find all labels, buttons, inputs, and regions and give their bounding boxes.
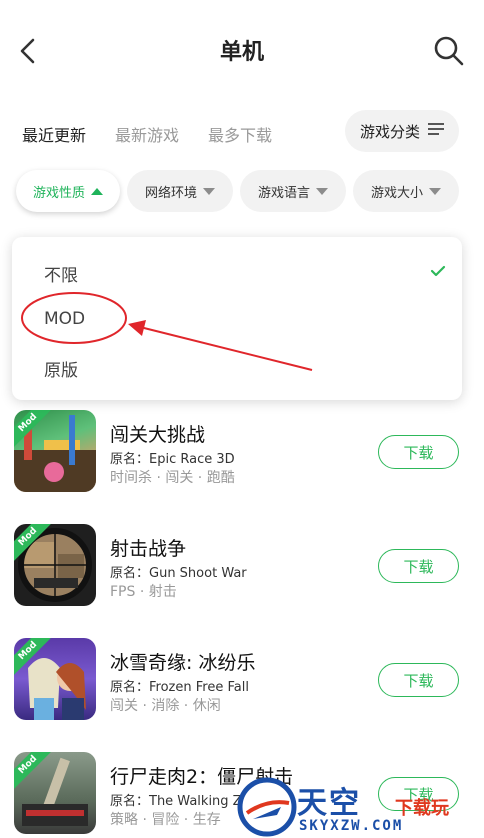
game-category-button[interactable]: 游戏分类 xyxy=(345,110,459,152)
game-tags: 闯关 · 消除 · 休闲 xyxy=(110,698,221,714)
tab-newest-games[interactable]: 最新游戏 xyxy=(115,122,179,146)
game-tags: 策略 · 冒险 · 生存 xyxy=(110,812,221,828)
download-button[interactable]: 下载 xyxy=(378,549,459,583)
game-thumbnail[interactable]: Mod xyxy=(14,410,96,492)
filter-language[interactable]: 游戏语言 xyxy=(240,170,346,212)
option-unlimited[interactable]: 不限 xyxy=(44,261,78,286)
tab-recent-update[interactable]: 最近更新 xyxy=(22,122,87,146)
tab-label: 最近更新 xyxy=(22,126,87,145)
caret-down-icon xyxy=(316,187,328,195)
watermark-url: SKYXZW.COM xyxy=(299,818,404,834)
game-name: 射击战争 xyxy=(110,538,187,560)
filter-game-nature[interactable]: 游戏性质 xyxy=(16,170,120,212)
caret-up-icon xyxy=(91,187,103,195)
tab-label: 最新游戏 xyxy=(115,126,180,145)
option-original[interactable]: 原版 xyxy=(44,356,78,381)
game-nature-dropdown: 不限 MOD 原版 xyxy=(12,237,462,400)
tab-label: 最多下载 xyxy=(208,126,273,145)
filter-label: 游戏性质 xyxy=(32,185,85,201)
game-thumbnail[interactable]: Mod xyxy=(14,638,96,720)
filter-size[interactable]: 游戏大小 xyxy=(353,170,459,212)
watermark-sub: 下载玩 xyxy=(395,798,449,819)
game-thumbnail[interactable]: Mod xyxy=(14,752,96,834)
download-button[interactable]: 下载 xyxy=(378,663,459,697)
game-name: 闯关大挑战 xyxy=(110,424,206,446)
category-label: 游戏分类 xyxy=(359,122,420,141)
caret-down-icon xyxy=(429,187,441,195)
tab-most-downloads[interactable]: 最多下载 xyxy=(208,122,272,146)
sort-tabs: 最近更新 最新游戏 最多下载 游戏分类 xyxy=(0,110,484,154)
game-row[interactable]: Mod 闯关大挑战 原名：Epic Race 3D 时间杀 · 闯关 · 跑酷 … xyxy=(0,400,484,510)
filter-label: 网络环境 xyxy=(144,185,197,201)
game-row[interactable]: Mod 冰雪奇缘: 冰纷乐 原名：Frozen Free Fall 闯关 · 消… xyxy=(0,628,484,738)
game-original-name: 原名：Gun Shoot War xyxy=(110,566,247,581)
search-icon[interactable] xyxy=(432,34,466,68)
watermark-logo-icon xyxy=(237,777,297,837)
site-watermark: 天空 下载玩 SKYXZW.COM xyxy=(235,776,484,838)
game-name: 冰雪奇缘: 冰纷乐 xyxy=(110,652,256,674)
game-row[interactable]: Mod 射击战争 原名：Gun Shoot War FPS · 射击 下载 xyxy=(0,514,484,624)
page-title: 单机 xyxy=(219,40,264,65)
filter-lines-icon xyxy=(428,122,444,140)
game-tags: FPS · 射击 xyxy=(110,584,177,600)
filter-label: 游戏语言 xyxy=(257,185,310,201)
game-tags: 时间杀 · 闯关 · 跑酷 xyxy=(110,470,235,486)
download-button[interactable]: 下载 xyxy=(378,435,459,469)
filter-label: 游戏大小 xyxy=(370,185,423,201)
game-original-name: 原名：Frozen Free Fall xyxy=(110,680,249,695)
checkmark-icon xyxy=(430,263,446,277)
header: 单机 xyxy=(0,0,484,100)
game-thumbnail[interactable]: Mod xyxy=(14,524,96,606)
caret-down-icon xyxy=(203,187,215,195)
game-original-name: 原名：Epic Race 3D xyxy=(110,452,235,467)
filter-network[interactable]: 网络环境 xyxy=(127,170,233,212)
game-original-name: 原名：The Walking Z xyxy=(110,794,242,809)
option-mod[interactable]: MOD xyxy=(44,309,85,329)
watermark-brand: 天空 xyxy=(297,786,361,821)
filter-bar: 游戏性质 网络环境 游戏语言 游戏大小 xyxy=(0,168,484,214)
